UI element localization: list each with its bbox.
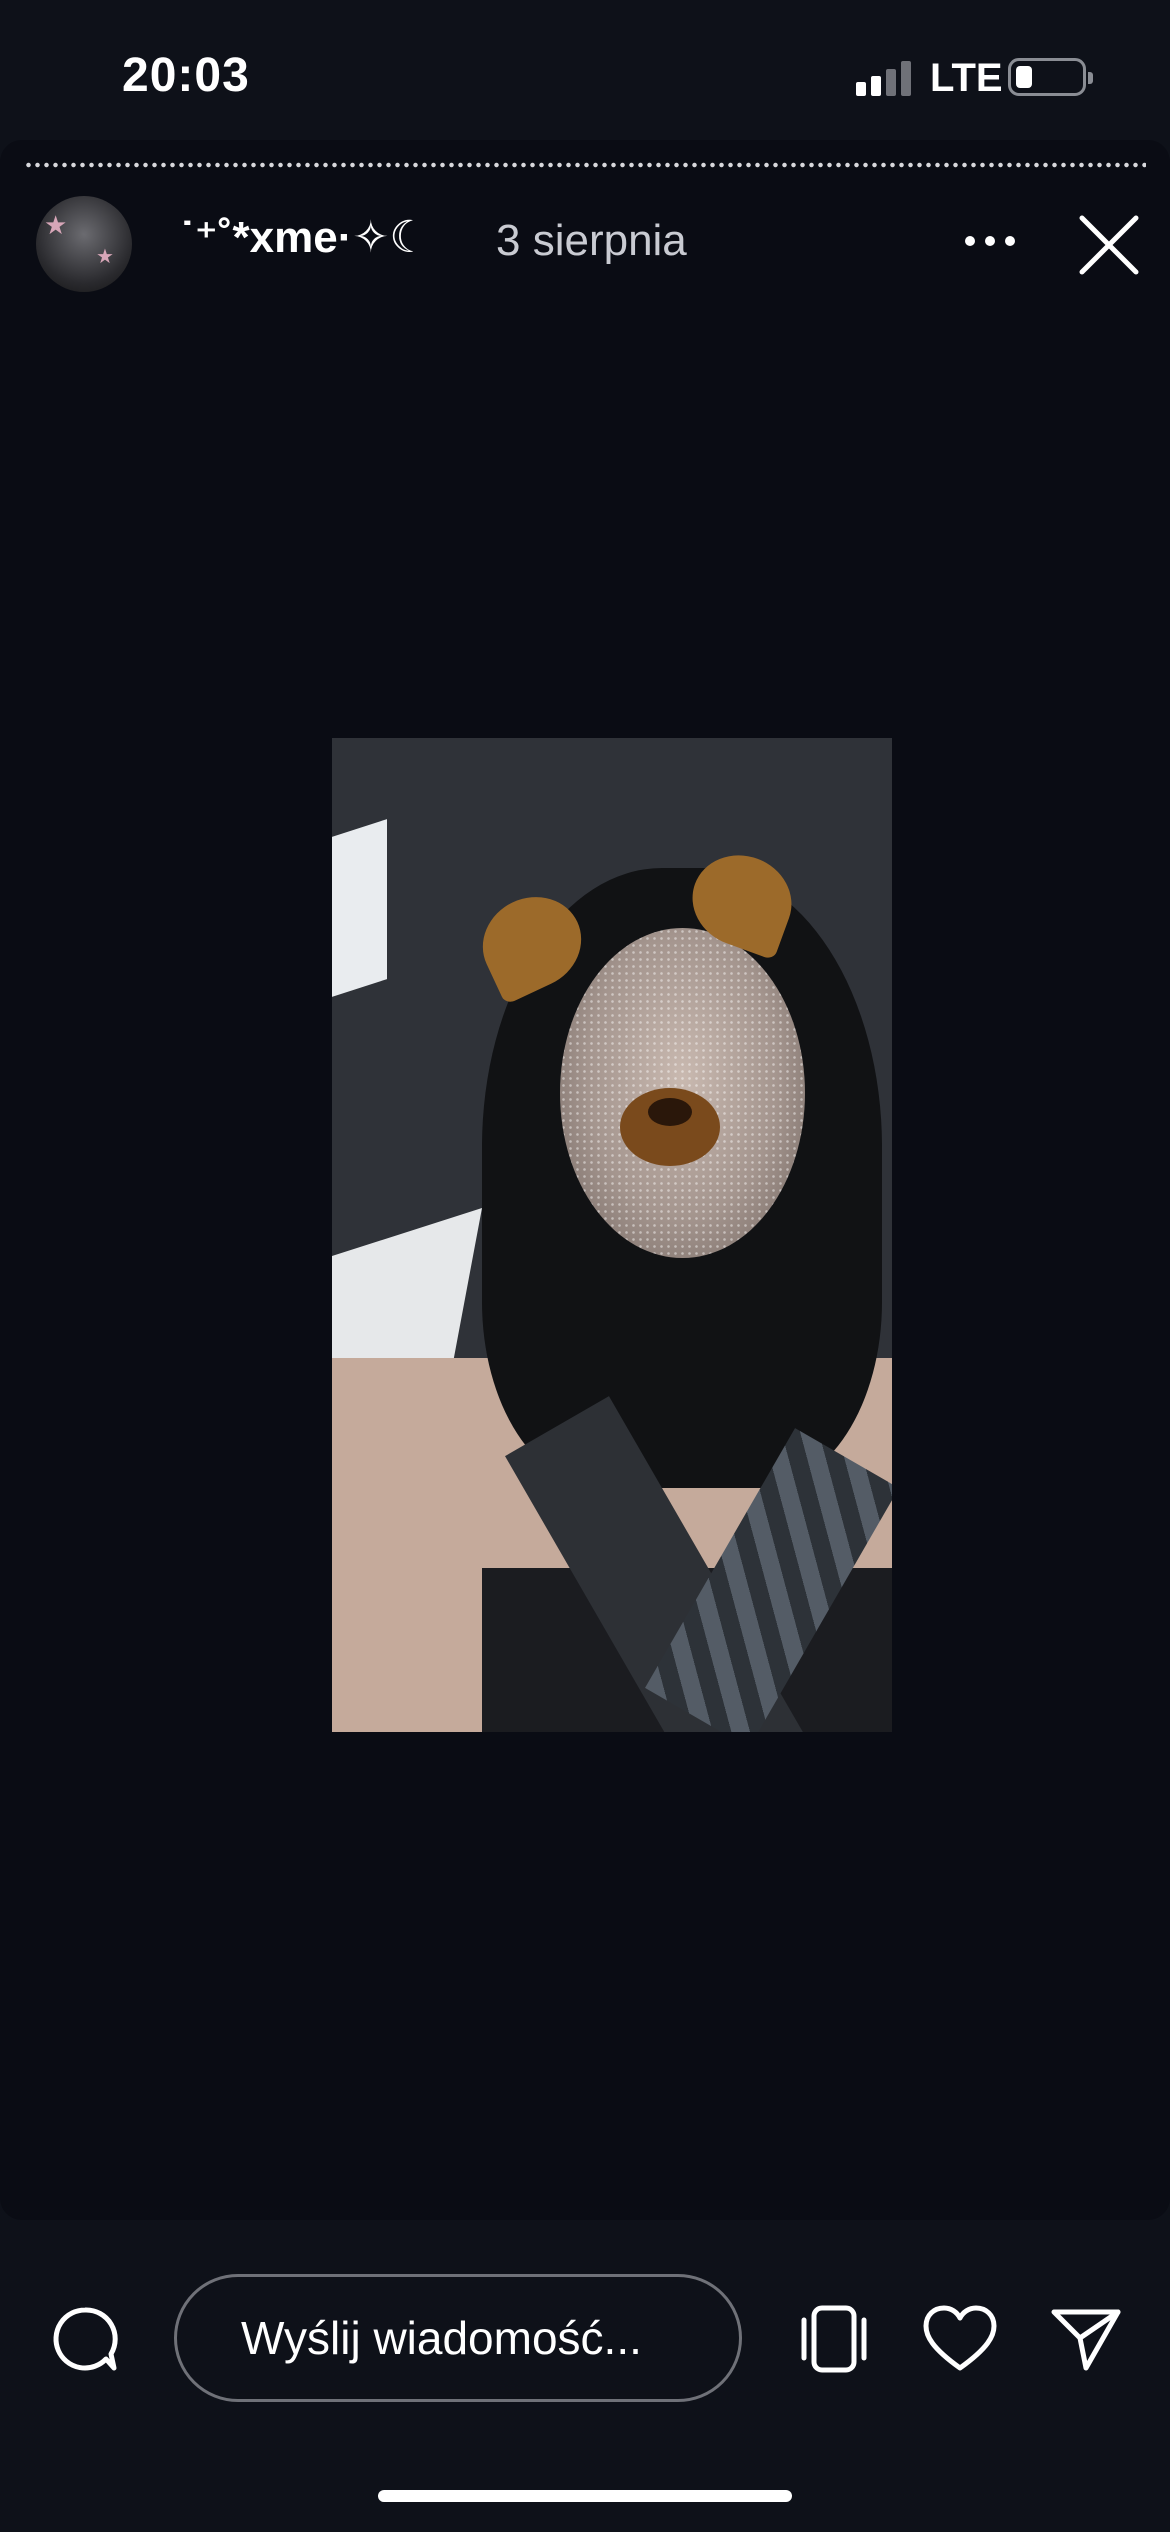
more-icon[interactable] [960, 216, 1020, 266]
story-date: 3 sierpnia [496, 216, 687, 265]
star-sticker-icon: ★ [96, 246, 114, 268]
comment-icon[interactable] [50, 2304, 120, 2374]
star-sticker-icon: ★ [44, 210, 68, 240]
battery-icon [1008, 58, 1093, 96]
remix-icon[interactable] [796, 2304, 872, 2374]
close-icon[interactable] [1076, 212, 1142, 278]
dog-nose-filter [620, 1088, 720, 1166]
network-type: LTE [930, 56, 1003, 100]
story-progress-bar [24, 162, 1146, 168]
cellular-signal-icon [856, 61, 911, 96]
send-icon[interactable] [1048, 2304, 1124, 2374]
avatar[interactable]: ★ ★ [36, 196, 132, 292]
status-bar: 20:03 LTE [0, 0, 1170, 140]
home-indicator[interactable] [378, 2490, 792, 2502]
car-window [332, 819, 387, 997]
message-input[interactable] [174, 2274, 742, 2402]
heart-icon[interactable] [922, 2304, 998, 2374]
story-photo[interactable] [332, 738, 892, 1732]
status-time: 20:03 [122, 49, 250, 102]
story-username[interactable]: ˙⁺˚*xme·✧☾ [180, 212, 429, 263]
